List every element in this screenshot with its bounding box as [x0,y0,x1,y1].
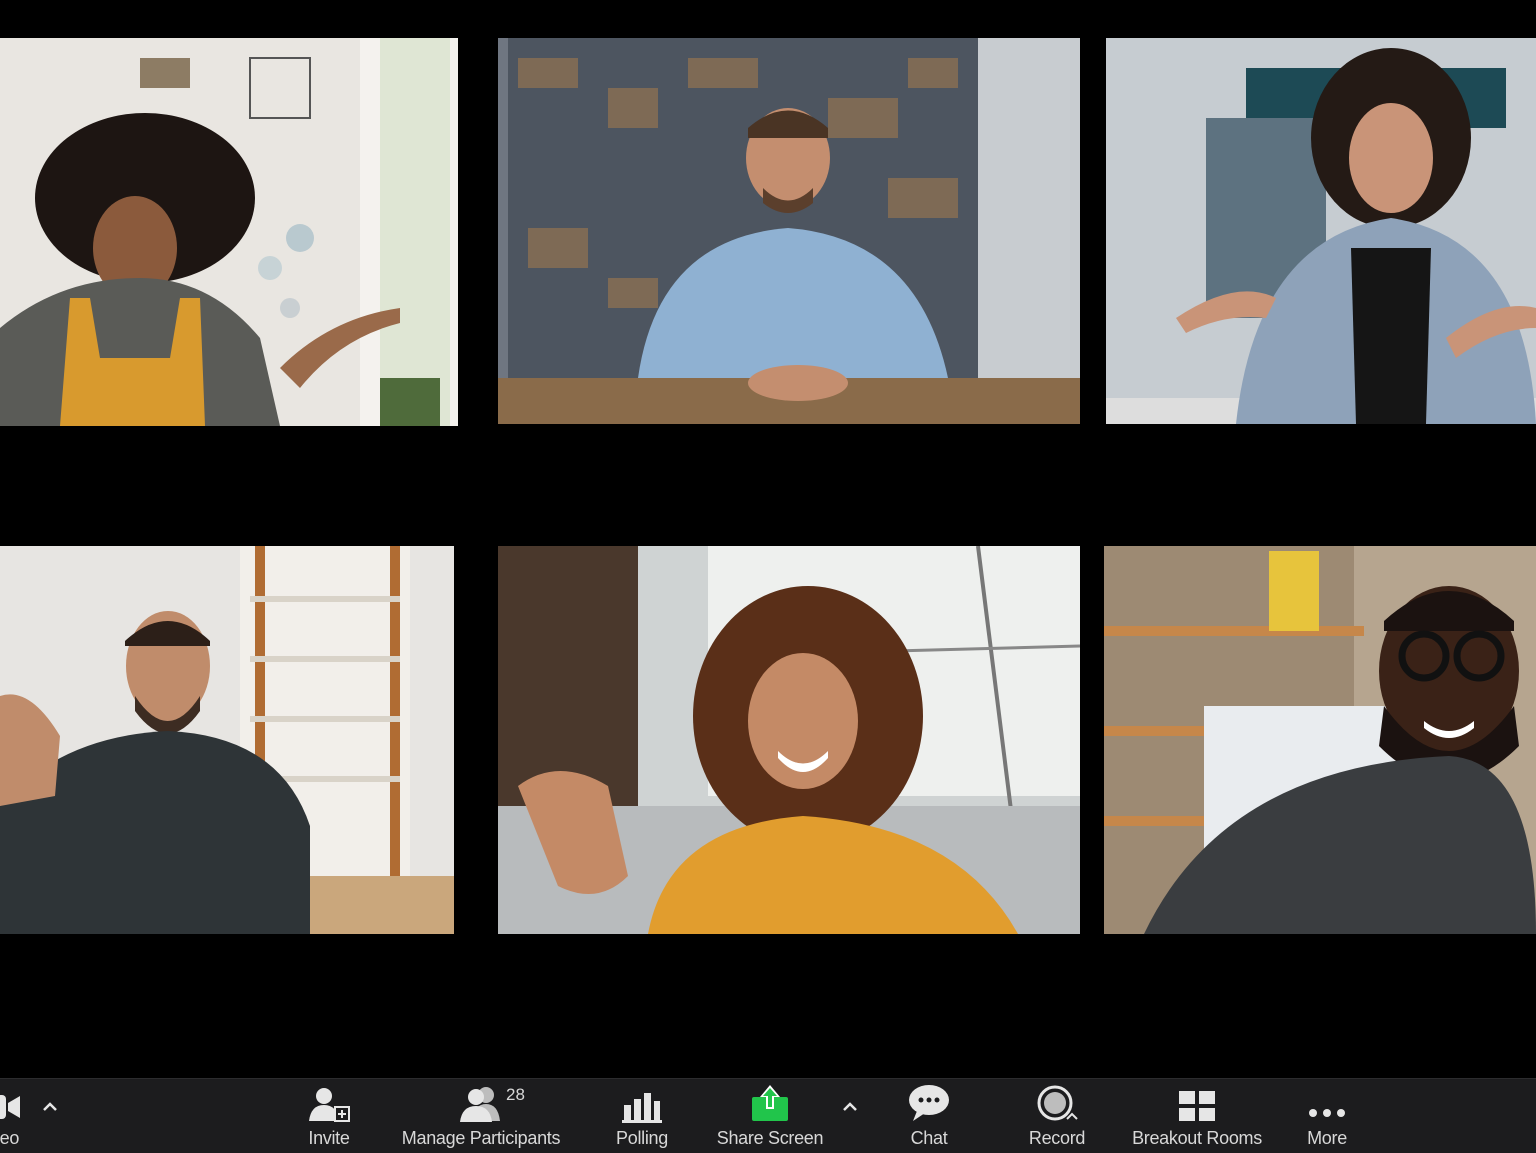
invite-button[interactable]: Invite [296,1079,362,1153]
participant-video-image [0,38,458,426]
manage-participants-label: Manage Participants [401,1128,561,1148]
participant-video-image [1106,38,1536,424]
grid-icon [1177,1079,1217,1123]
record-icon [1035,1079,1079,1123]
participant-video-image [1104,546,1536,934]
video-label: Video [0,1128,20,1148]
share-arrow-icon [750,1079,790,1123]
video-button[interactable]: Video [0,1079,32,1153]
invite-label: Invite [308,1128,350,1148]
bar-chart-icon [622,1079,662,1123]
chat-label: Chat [910,1128,948,1148]
breakout-rooms-label: Breakout Rooms [1132,1128,1262,1148]
people-icon [456,1079,506,1123]
share-screen-button[interactable]: Share Screen [710,1079,830,1153]
record-label: Record [1028,1128,1086,1148]
ellipsis-icon [1307,1079,1347,1123]
participant-video-tile-4[interactable] [0,546,454,934]
video-options-caret-icon[interactable] [40,1097,60,1117]
record-button[interactable]: Record [1024,1079,1090,1153]
polling-button[interactable]: Polling [608,1079,676,1153]
participant-video-tile-1[interactable] [0,38,458,426]
participant-video-image [498,38,1080,424]
participant-video-tile-5[interactable] [498,546,1080,934]
share-screen-label: Share Screen [716,1128,824,1148]
participant-video-image [0,546,454,934]
manage-participants-button[interactable]: Manage Participants [396,1079,566,1153]
polling-label: Polling [616,1128,668,1148]
breakout-rooms-button[interactable]: Breakout Rooms [1126,1079,1268,1153]
participant-video-tile-2[interactable] [498,38,1080,424]
share-options-caret-icon[interactable] [840,1097,860,1117]
more-button[interactable]: More [1298,1079,1356,1153]
participants-count-badge: 28 [506,1085,525,1104]
participant-video-tile-6[interactable] [1104,546,1536,934]
video-camera-icon [0,1079,22,1123]
chat-button[interactable]: Chat [898,1079,960,1153]
participant-video-tile-3[interactable] [1106,38,1536,424]
speech-bubble-icon [907,1079,951,1123]
participant-video-image [498,546,1080,934]
meeting-window: Video Invite [0,0,1536,1153]
meeting-toolbar: Video Invite [0,1078,1536,1153]
more-label: More [1307,1128,1347,1148]
add-person-icon [307,1079,351,1123]
